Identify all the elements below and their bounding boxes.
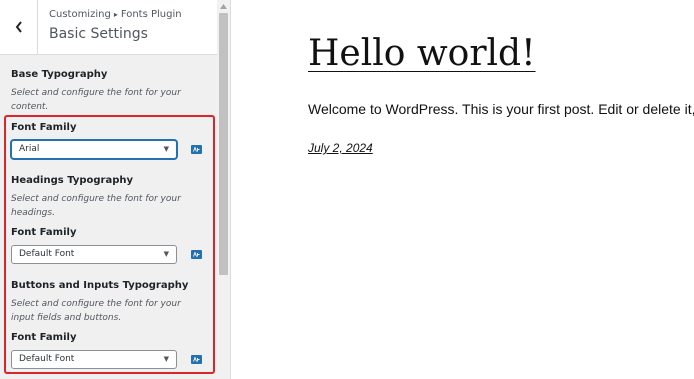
base-font-action-button[interactable] [191, 145, 202, 154]
post-body-text: Welcome to WordPress. This is your first… [308, 101, 694, 117]
section-title: Basic Settings [49, 26, 148, 42]
caret-down-icon: ▼ [163, 145, 169, 153]
base-typography-heading: Base Typography [11, 69, 108, 80]
base-typography-description: Select and configure the font for your c… [11, 88, 181, 112]
post-title-link[interactable]: Hello world! [308, 33, 536, 74]
breadcrumb-section: Fonts Plugin [120, 9, 182, 20]
headings-font-family-value: Default Font [19, 249, 75, 259]
font-icon [193, 147, 200, 152]
caret-down-icon: ▼ [163, 250, 169, 258]
controls-panel: Base Typography Select and configure the… [0, 55, 217, 379]
scroll-up-button[interactable] [217, 0, 230, 12]
base-font-family-value: Arial [19, 144, 40, 154]
buttons-font-family-value: Default Font [19, 354, 75, 364]
breadcrumb-prefix: Customizing [49, 9, 111, 20]
triangle-up-icon [220, 3, 227, 9]
buttons-inputs-typography-heading: Buttons and Inputs Typography [11, 280, 189, 291]
back-button[interactable] [0, 0, 38, 54]
buttons-font-family-select[interactable]: Default Font ▼ [11, 350, 177, 369]
section-header: Customizing ▸ Fonts Plugin Basic Settings [0, 0, 217, 55]
scroll-thumb[interactable] [219, 13, 228, 275]
base-font-family-select[interactable]: Arial ▼ [11, 140, 177, 159]
breadcrumb: Customizing ▸ Fonts Plugin [49, 9, 182, 20]
headings-font-family-label: Font Family [11, 227, 77, 238]
headings-typography-heading: Headings Typography [11, 175, 134, 186]
headings-font-family-select[interactable]: Default Font ▼ [11, 245, 177, 264]
headings-font-action-button[interactable] [191, 250, 202, 259]
chevron-left-icon [15, 21, 22, 33]
base-font-family-label: Font Family [11, 122, 77, 133]
buttons-font-action-button[interactable] [191, 355, 202, 364]
customizer-sidebar: Customizing ▸ Fonts Plugin Basic Settings … [0, 0, 231, 379]
headings-typography-description: Select and configure the font for your h… [11, 194, 181, 218]
font-icon [193, 252, 200, 257]
font-icon [193, 357, 200, 362]
post-date-link[interactable]: July 2, 2024 [308, 141, 373, 155]
breadcrumb-separator: ▸ [113, 10, 118, 19]
caret-down-icon: ▼ [163, 355, 169, 363]
sidebar-scrollbar[interactable] [217, 0, 230, 379]
buttons-inputs-typography-description: Select and configure the font for your i… [11, 299, 181, 323]
buttons-font-family-label: Font Family [11, 332, 77, 343]
site-preview: Hello world! Welcome to WordPress. This … [231, 0, 694, 379]
